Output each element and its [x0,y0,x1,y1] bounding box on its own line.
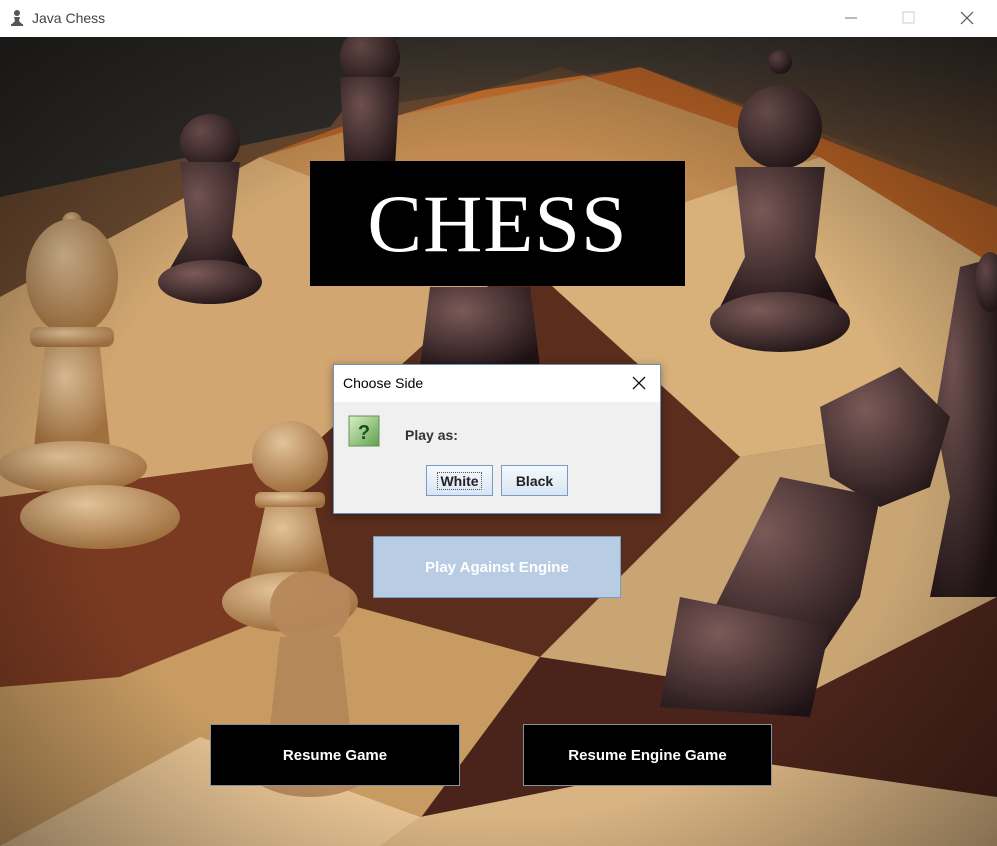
maximize-icon [902,11,915,24]
minimize-icon [845,17,857,19]
chess-pawn-icon [11,10,23,26]
choose-side-dialog: Choose Side ? Play as: White Black [333,364,661,514]
white-button[interactable]: White [426,465,493,496]
question-icon: ? [348,415,380,447]
chess-title-banner: CHESS [310,161,685,286]
black-button[interactable]: Black [501,465,568,496]
minimize-button[interactable] [822,0,880,37]
window-titlebar: Java Chess [0,0,997,37]
dialog-titlebar[interactable]: Choose Side [334,365,660,402]
white-button-label: White [437,471,482,490]
dialog-title: Choose Side [343,375,424,391]
maximize-button[interactable] [880,0,938,37]
dialog-close-button[interactable] [624,370,654,396]
window-title: Java Chess [32,10,106,26]
resume-game-button[interactable]: Resume Game [210,724,460,786]
play-against-engine-button[interactable]: Play Against Engine [373,536,621,598]
svg-text:?: ? [358,422,370,444]
close-icon [960,11,974,25]
dialog-message: Play as: [405,427,458,443]
close-button[interactable] [938,0,996,37]
resume-engine-game-button[interactable]: Resume Engine Game [523,724,772,786]
close-icon [632,376,646,390]
